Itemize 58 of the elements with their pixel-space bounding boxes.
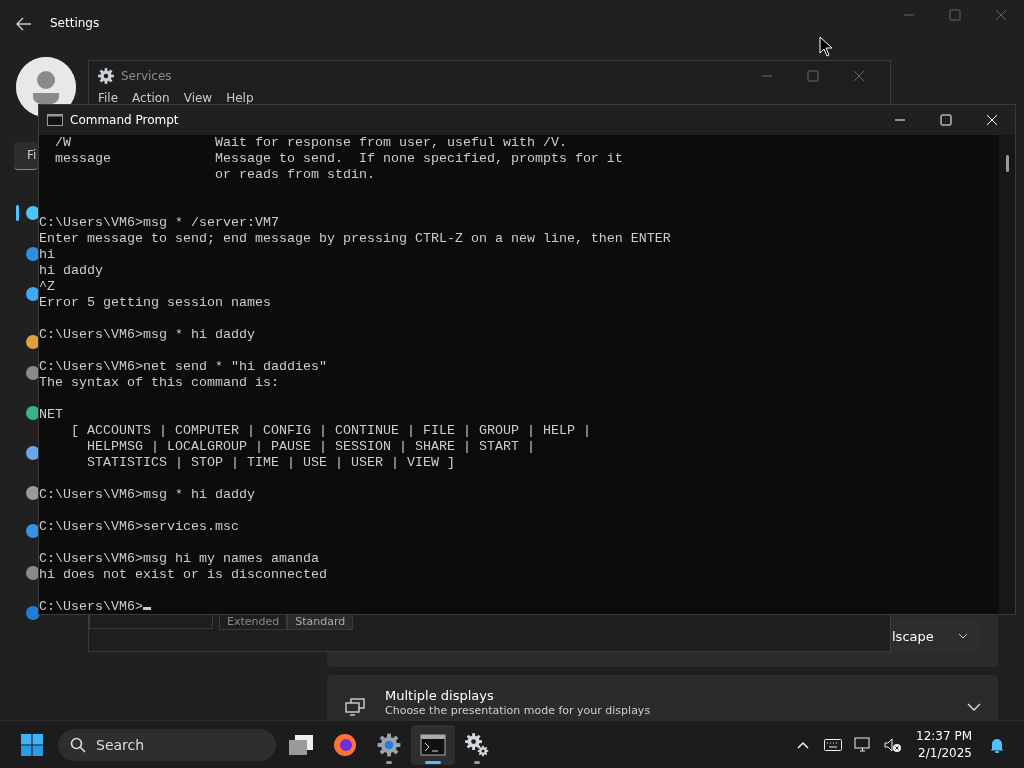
- terminal-line: hi daddy: [39, 263, 104, 279]
- firefox-icon: [333, 732, 357, 757]
- clock-date: 2/1/2025: [918, 744, 972, 762]
- mouse-pointer-icon: [819, 36, 833, 57]
- clock-time: 12:37 PM: [916, 727, 972, 745]
- menu-item[interactable]: File: [98, 91, 119, 105]
- window-title: Settings: [50, 16, 100, 30]
- terminal-line: hi: [39, 247, 56, 263]
- terminal-prompt: C:\Users\VM6>: [39, 599, 143, 614]
- terminal-line: C:\Users\VM6>msg * /server:VM7: [39, 215, 280, 231]
- search-field[interactable]: Search: [58, 728, 276, 761]
- menu-item[interactable]: Help: [226, 91, 254, 105]
- setting-description: Choose the presentation mode for your displays: [385, 704, 651, 717]
- menu-item[interactable]: Action: [132, 91, 170, 105]
- windows-logo-icon: [21, 733, 43, 756]
- terminal-icon: [47, 114, 63, 126]
- terminal-line: message Message to send. If none specified, prompts for it: [54, 151, 624, 167]
- terminal-line: STATISTICS | STOP | TIME | USE | USER | VIEW ]: [86, 455, 456, 471]
- search-icon: [70, 736, 86, 753]
- chevron-down-icon: [958, 633, 968, 639]
- menu-item[interactable]: View: [183, 91, 213, 105]
- terminal-line: NET: [39, 407, 64, 423]
- chevron-up-icon[interactable]: [797, 740, 809, 749]
- chevron-icon[interactable]: [967, 702, 981, 712]
- terminal-line: C:\Users\VM6>services.msc: [39, 519, 240, 535]
- gears-icon: [464, 731, 490, 758]
- terminal-line: C:\Users\VM6>net send * "hi daddies": [39, 359, 328, 375]
- terminal-line: [ ACCOUNTS | COMPUTER | CONFIG | CONTINUE | FILE | GROUP | HELP |: [70, 423, 592, 439]
- windows-stack-icon: [288, 733, 314, 756]
- terminal-line: or reads from stdin.: [213, 167, 376, 183]
- search-field[interactable]: Fi: [14, 142, 38, 170]
- keyboard-icon[interactable]: [824, 738, 842, 751]
- terminal-line: ^Z: [39, 279, 56, 295]
- gears-icon: [97, 67, 115, 85]
- terminal-line: /W Wait for response from user, useful with /V.: [54, 135, 568, 151]
- window-title: Services: [121, 69, 172, 83]
- taskbar-app-button[interactable]: [411, 724, 455, 765]
- network-icon[interactable]: [854, 736, 872, 753]
- terminal-line: The syntax of this command is:: [39, 375, 280, 391]
- terminal-line: hi does not exist or is disconnected: [39, 567, 328, 583]
- monitors-icon: [345, 698, 365, 716]
- selection-indicator: [16, 205, 19, 221]
- terminal-line: HELPMSG | LOCALGROUP | PAUSE | SESSION | SHARE | START |: [86, 439, 536, 455]
- terminal-line: Enter message to send; end message by pressing CTRL-Z on a new line, then ENTER: [39, 231, 672, 247]
- settings-icon: [376, 731, 402, 758]
- text-cursor: [143, 607, 151, 610]
- volume-muted-icon[interactable]: [884, 736, 902, 753]
- terminal-line: Error 5 getting session names: [39, 295, 272, 311]
- notification-bell-icon[interactable]: [989, 736, 1005, 753]
- terminal-line: C:\Users\VM6>msg * hi daddy: [39, 327, 256, 343]
- terminal-line: C:\Users\VM6>msg * hi daddy: [39, 487, 256, 503]
- scrollbar[interactable]: [999, 135, 1015, 614]
- terminal-line: C:\Users\VM6>msg hi my names amanda: [39, 551, 320, 567]
- terminal-icon: [420, 733, 446, 756]
- scrollbar-thumb[interactable]: [1006, 155, 1009, 172]
- back-arrow-icon[interactable]: [16, 17, 32, 31]
- setting-title: Multiple displays: [385, 688, 494, 703]
- window-title: Command Prompt: [70, 113, 179, 127]
